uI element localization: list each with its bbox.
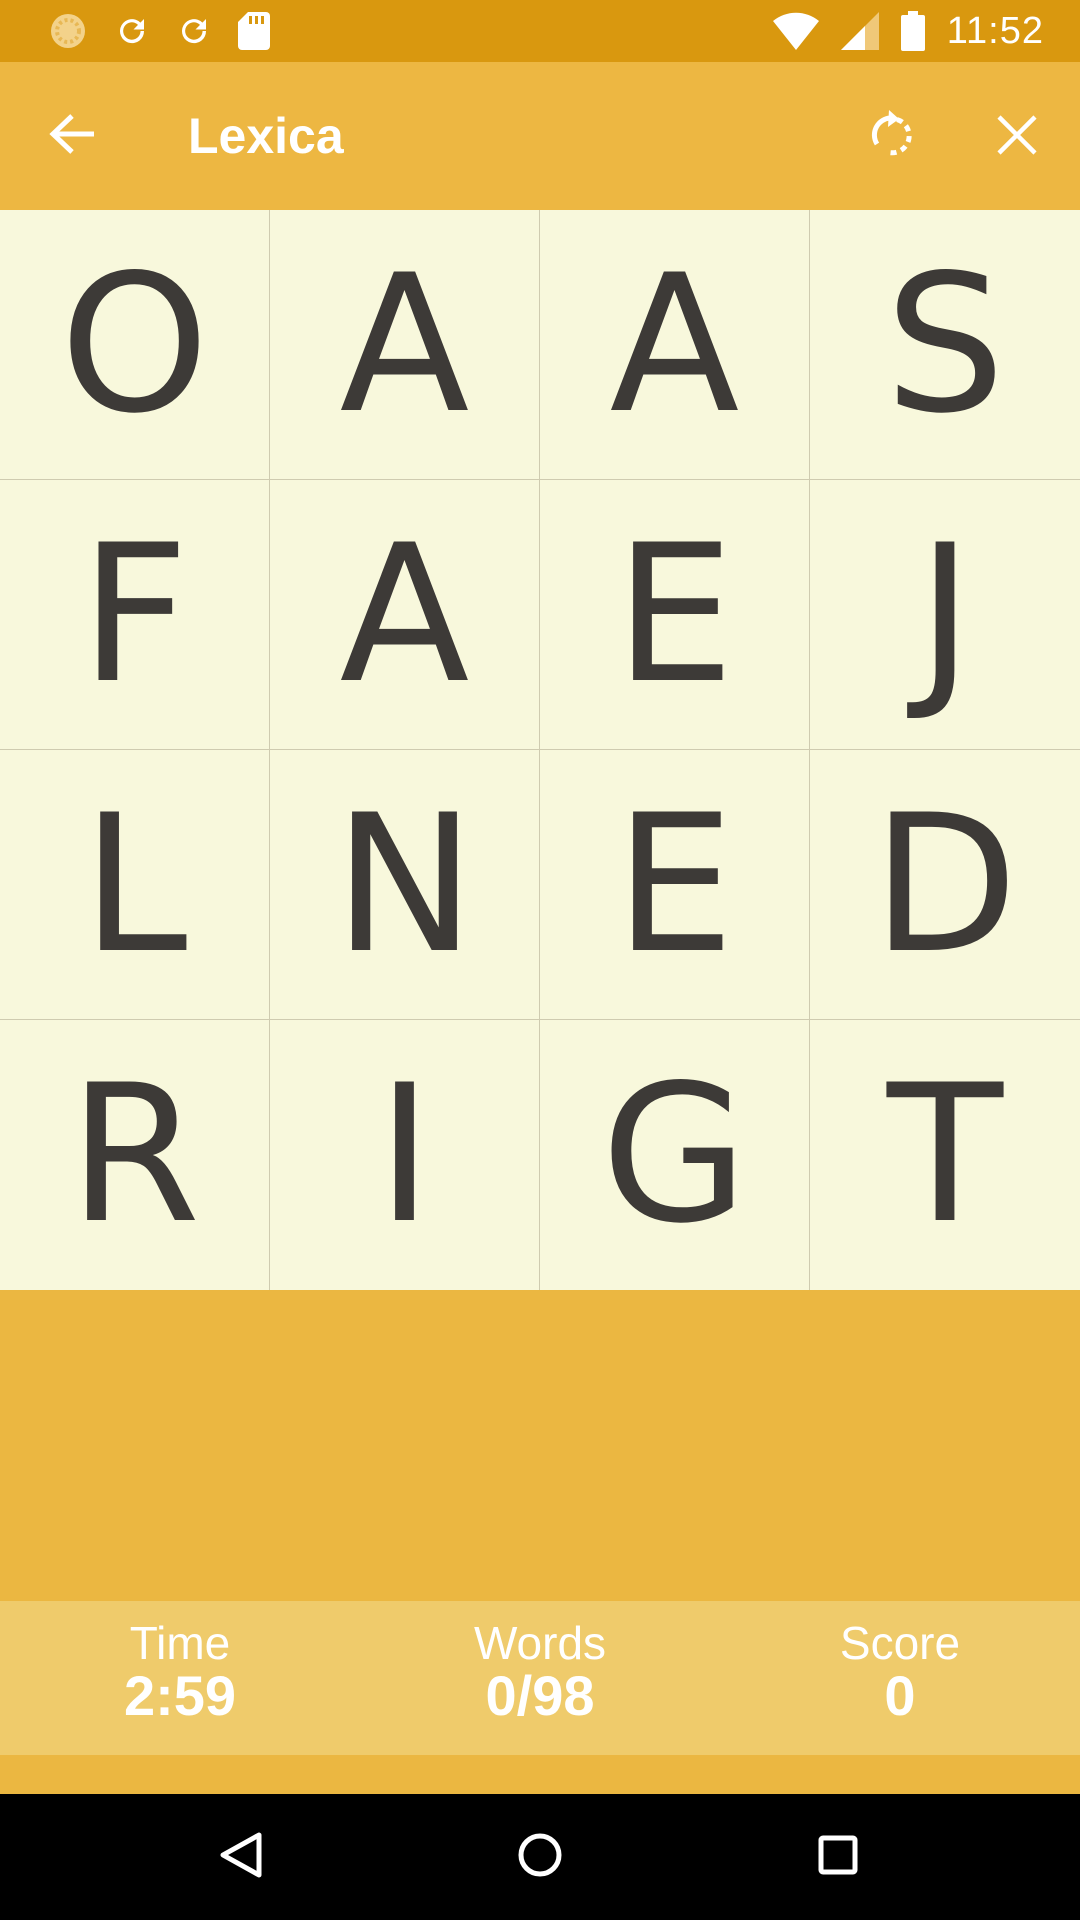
letter-tile[interactable]: A (270, 210, 540, 480)
refresh-icon (114, 13, 150, 49)
app-bar: Lexica (0, 62, 1080, 210)
nav-recents-icon (818, 1835, 858, 1880)
letter-tile[interactable]: I (270, 1020, 540, 1290)
game-stats-panel: Time 2:59 Words 0/98 Score 0 (0, 1601, 1080, 1755)
words-value: 0/98 (485, 1664, 595, 1727)
words-stat: Words 0/98 (420, 1619, 660, 1725)
nav-home-icon (517, 1832, 563, 1883)
letter-tile[interactable]: A (270, 480, 540, 750)
letter-tile[interactable]: F (0, 480, 270, 750)
letter-tile[interactable]: G (540, 1020, 810, 1290)
letter-tile[interactable]: L (0, 750, 270, 1020)
letter-tile[interactable]: E (540, 750, 810, 1020)
nav-home-button[interactable] (510, 1827, 570, 1887)
score-value: 0 (884, 1664, 916, 1727)
letter-tile[interactable]: O (0, 210, 270, 480)
status-bar: 11:52 (0, 0, 1080, 62)
refresh-icon (176, 13, 212, 49)
letter-board: O A A S F A E J L N E D R I G T (0, 210, 1080, 1290)
system-nav-bar (0, 1794, 1080, 1920)
status-clock: 11:52 (946, 9, 1044, 52)
letter-tile[interactable]: J (810, 480, 1080, 750)
letter-tile[interactable]: N (270, 750, 540, 1020)
signal-icon (840, 12, 879, 50)
score-stat: Score 0 (780, 1619, 1020, 1725)
time-label: Time (129, 1617, 231, 1669)
back-button[interactable] (40, 106, 104, 166)
nav-back-icon (219, 1831, 263, 1884)
time-stat: Time 2:59 (60, 1619, 300, 1725)
letter-tile[interactable]: T (810, 1020, 1080, 1290)
nav-recents-button[interactable] (808, 1827, 868, 1887)
close-button[interactable] (986, 106, 1048, 168)
sd-card-icon (238, 12, 270, 50)
battery-icon (900, 11, 925, 51)
wifi-icon (772, 12, 819, 50)
arrow-back-icon (48, 112, 96, 161)
rotate-icon (867, 109, 915, 165)
status-system: 11:52 (772, 9, 1044, 53)
letter-tile[interactable]: D (810, 750, 1080, 1020)
rotate-board-button[interactable] (860, 106, 922, 168)
letter-tile[interactable]: S (810, 210, 1080, 480)
app-title: Lexica (188, 108, 344, 164)
letter-tile[interactable]: E (540, 480, 810, 750)
close-icon (997, 114, 1037, 160)
sync-loading-icon (48, 11, 88, 51)
letter-tile[interactable]: R (0, 1020, 270, 1290)
score-label: Score (839, 1617, 961, 1669)
status-notifications (48, 11, 270, 51)
time-value: 2:59 (123, 1664, 237, 1727)
nav-back-button[interactable] (211, 1827, 271, 1887)
words-label: Words (473, 1617, 607, 1669)
letter-tile[interactable]: A (540, 210, 810, 480)
